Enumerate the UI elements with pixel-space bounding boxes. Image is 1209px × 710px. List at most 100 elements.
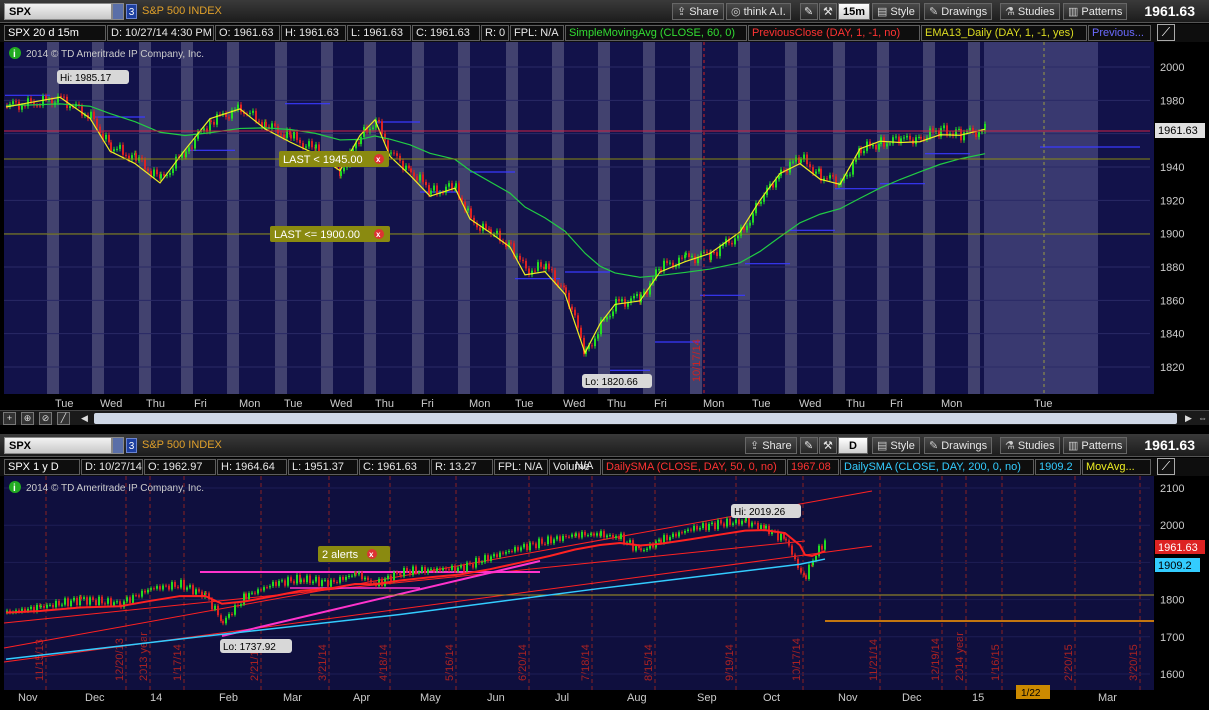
candle-body [93, 111, 95, 120]
patterns-button[interactable]: ▥ Patterns [1063, 3, 1128, 20]
period-15m-button[interactable]: 15m [838, 3, 871, 20]
zoom-in-icon[interactable]: + [3, 412, 16, 425]
share-button[interactable]: ⇪ Share [745, 437, 797, 454]
candle-body [646, 548, 648, 551]
candle-body [643, 550, 645, 552]
candle-body [303, 579, 305, 583]
time-tick-label: Nov [838, 692, 858, 704]
low-value: L: 1961.63 [347, 25, 411, 41]
top-scrollbar[interactable]: + ⊕ ⊘ ╱ ◀ ▶ ⇔ [0, 410, 1209, 425]
symbol-description: S&P 500 INDEX [142, 5, 222, 17]
candle-body [609, 535, 611, 537]
studies-button[interactable]: ⚗ Studies [1000, 437, 1060, 454]
candle-body [788, 540, 790, 546]
chart-expand-button[interactable]: ⟋ [1157, 24, 1175, 41]
sma200-price-tag: 1909.2 [1155, 558, 1200, 572]
think-ai-button[interactable]: ◎ think A.I. [726, 3, 791, 20]
candle-body [355, 572, 357, 575]
alert-1900-badge[interactable]: LAST <= 1900.00 x [270, 226, 390, 242]
expiration-label: 8/15/14 [643, 644, 655, 681]
candle-body [606, 316, 608, 320]
scroll-left-icon[interactable]: ◀ [78, 412, 91, 425]
study-sma200[interactable]: DailySMA (CLOSE, DAY, 200, 0, no) [840, 459, 1034, 475]
candle-body [194, 138, 196, 149]
alert-1945-badge[interactable]: LAST < 1945.00 x [279, 151, 389, 167]
candle-body [711, 522, 713, 524]
candle-body [213, 121, 215, 125]
chart-label[interactable]: SPX 20 d 15m [4, 25, 106, 41]
candle-body [400, 574, 402, 577]
link-group-badge[interactable]: 3 [126, 438, 137, 453]
range-value: R: 13.27 [431, 459, 493, 475]
candle-body [502, 552, 504, 554]
magnifier-icon[interactable]: ⊕ [21, 412, 34, 425]
candle-body [210, 120, 212, 122]
share-button[interactable]: ⇪ Share [672, 3, 724, 20]
candle-body [669, 262, 671, 264]
candle-body [36, 105, 38, 107]
candle-body [723, 523, 725, 527]
day-band [833, 42, 845, 394]
candle-body [578, 533, 580, 538]
patterns-button[interactable]: ▥ Patterns [1063, 437, 1128, 454]
candle-body [909, 135, 911, 140]
alerts-badge[interactable]: 2 alerts x [318, 546, 390, 562]
candle-body [321, 580, 323, 586]
candle-body [410, 168, 412, 173]
price-tick-label: 1820 [1160, 362, 1184, 374]
candle-body [797, 559, 799, 569]
bar-date: D: 10/27/14 4:30 PM [107, 25, 214, 41]
study-sma50[interactable]: DailySMA (CLOSE, DAY, 50, 0, no) [602, 459, 786, 475]
candle-body [442, 568, 444, 571]
candle-body [633, 295, 635, 299]
candle-body [478, 557, 480, 564]
candle-body [64, 598, 66, 605]
candle-body [575, 533, 577, 536]
symbol-dropdown-button[interactable] [112, 437, 124, 454]
candle-body [792, 161, 794, 163]
candle-body [234, 605, 236, 615]
expand-icon[interactable]: ⇔ [1196, 412, 1209, 425]
symbol-input[interactable]: SPX [4, 3, 112, 20]
tools-button[interactable]: ✎ [800, 3, 818, 20]
fpl-value: FPL: N/A [510, 25, 564, 41]
intraday-chart[interactable]: 10/17/14 i 2014 © TD Ameritrade IP Compa… [0, 42, 1209, 418]
candle-body [274, 123, 276, 127]
candle-body [405, 165, 407, 170]
symbol-dropdown-button[interactable] [112, 3, 124, 20]
tools-button[interactable]: ✎ [800, 437, 818, 454]
candle-body [225, 617, 227, 624]
link-group-badge[interactable]: 3 [126, 4, 137, 19]
draw-line-icon[interactable]: ╱ [57, 412, 70, 425]
daily-chart[interactable]: 11/15/13 12/20/13 2013 year 1/17/14 2/21/14 3… [0, 476, 1209, 710]
scroll-track[interactable] [94, 413, 1177, 424]
time-tick-label: Mon [703, 398, 724, 410]
low-value: L: 1951.37 [288, 459, 358, 475]
style-button[interactable]: ▤ Style [872, 3, 920, 20]
chart-expand-button[interactable]: ⟋ [1157, 458, 1175, 475]
settings-button[interactable]: ⚒ [819, 3, 837, 20]
studies-button[interactable]: ⚗ Studies [1000, 3, 1060, 20]
study-movavg[interactable]: MovAvg... [1082, 459, 1151, 475]
chart-label[interactable]: SPX 1 y D [4, 459, 80, 475]
study-sma[interactable]: SimpleMovingAvg (CLOSE, 60, 0) [565, 25, 747, 41]
settings-button[interactable]: ⚒ [819, 437, 837, 454]
symbol-input[interactable]: SPX [4, 437, 112, 454]
drawings-button[interactable]: ✎ Drawings [924, 437, 993, 454]
candle-body [393, 572, 395, 582]
candle-body [281, 580, 283, 582]
style-button[interactable]: ▤ Style [872, 437, 920, 454]
candle-body [436, 185, 438, 195]
scroll-right-icon[interactable]: ▶ [1182, 412, 1195, 425]
fpl-value: FPL: N/A [494, 459, 548, 475]
zoom-reset-icon[interactable]: ⊘ [39, 412, 52, 425]
candle-body [284, 580, 286, 586]
study-previous-close[interactable]: PreviousClose (DAY, 1, -1, no) [748, 25, 920, 41]
study-ema13[interactable]: EMA13_Daily (DAY, 1, -1, yes) [921, 25, 1087, 41]
study-previous[interactable]: Previous... [1088, 25, 1151, 41]
candle-body [720, 520, 722, 524]
drawings-button[interactable]: ✎ Drawings [924, 3, 993, 20]
period-day-button[interactable]: D [838, 437, 868, 454]
candle-body [43, 605, 45, 608]
candle-body [15, 101, 17, 103]
